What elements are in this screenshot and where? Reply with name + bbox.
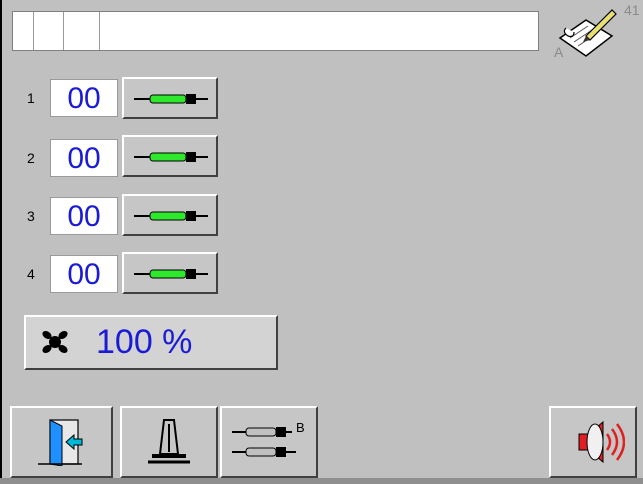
row-4-count[interactable]: 00 (50, 255, 118, 293)
speaker-icon (578, 420, 625, 464)
row-3-number: 3 (27, 208, 35, 224)
row-1-tool-button[interactable] (122, 77, 218, 119)
notepad-letter: A (554, 44, 564, 60)
handpiece-icon (134, 94, 208, 104)
chair-button[interactable] (120, 406, 218, 478)
header-cell-1 (13, 12, 34, 50)
bottom-strip (0, 478, 643, 484)
handpiece-b-button[interactable]: B (220, 406, 318, 478)
row-2-tool-button[interactable] (122, 135, 218, 177)
speed-button[interactable]: 100 % (24, 315, 278, 370)
star-burst-icon (42, 330, 68, 354)
speed-label: 100 % (96, 323, 193, 361)
row-4-tool-button[interactable] (122, 252, 218, 294)
chair-icon (148, 419, 190, 464)
header-field[interactable] (12, 11, 539, 51)
header-cell-2 (33, 12, 64, 50)
screen-border (0, 0, 2, 484)
row-1-count[interactable]: 00 (50, 79, 118, 117)
screen: 41 A 1 00 2 00 3 00 4 00 100 % B (0, 0, 643, 484)
exit-button[interactable] (10, 406, 113, 478)
notepad-number: 41 (624, 2, 640, 18)
row-4-number: 4 (27, 266, 35, 282)
row-3-count[interactable]: 00 (50, 197, 118, 235)
row-2-count[interactable]: 00 (50, 139, 118, 177)
row-2-number: 2 (27, 150, 35, 166)
notepad-pen-icon[interactable]: 41 A (552, 2, 642, 66)
handpiece-icon (134, 269, 208, 279)
sound-button[interactable] (549, 406, 637, 478)
row-3-tool-button[interactable] (122, 194, 218, 236)
handpiece-icon (134, 152, 208, 162)
exit-door-icon (38, 419, 83, 466)
handpiece-b-label: B (296, 420, 305, 435)
header-cell-3 (63, 12, 100, 50)
handpiece-icon (134, 211, 208, 221)
row-1-number: 1 (27, 90, 35, 106)
